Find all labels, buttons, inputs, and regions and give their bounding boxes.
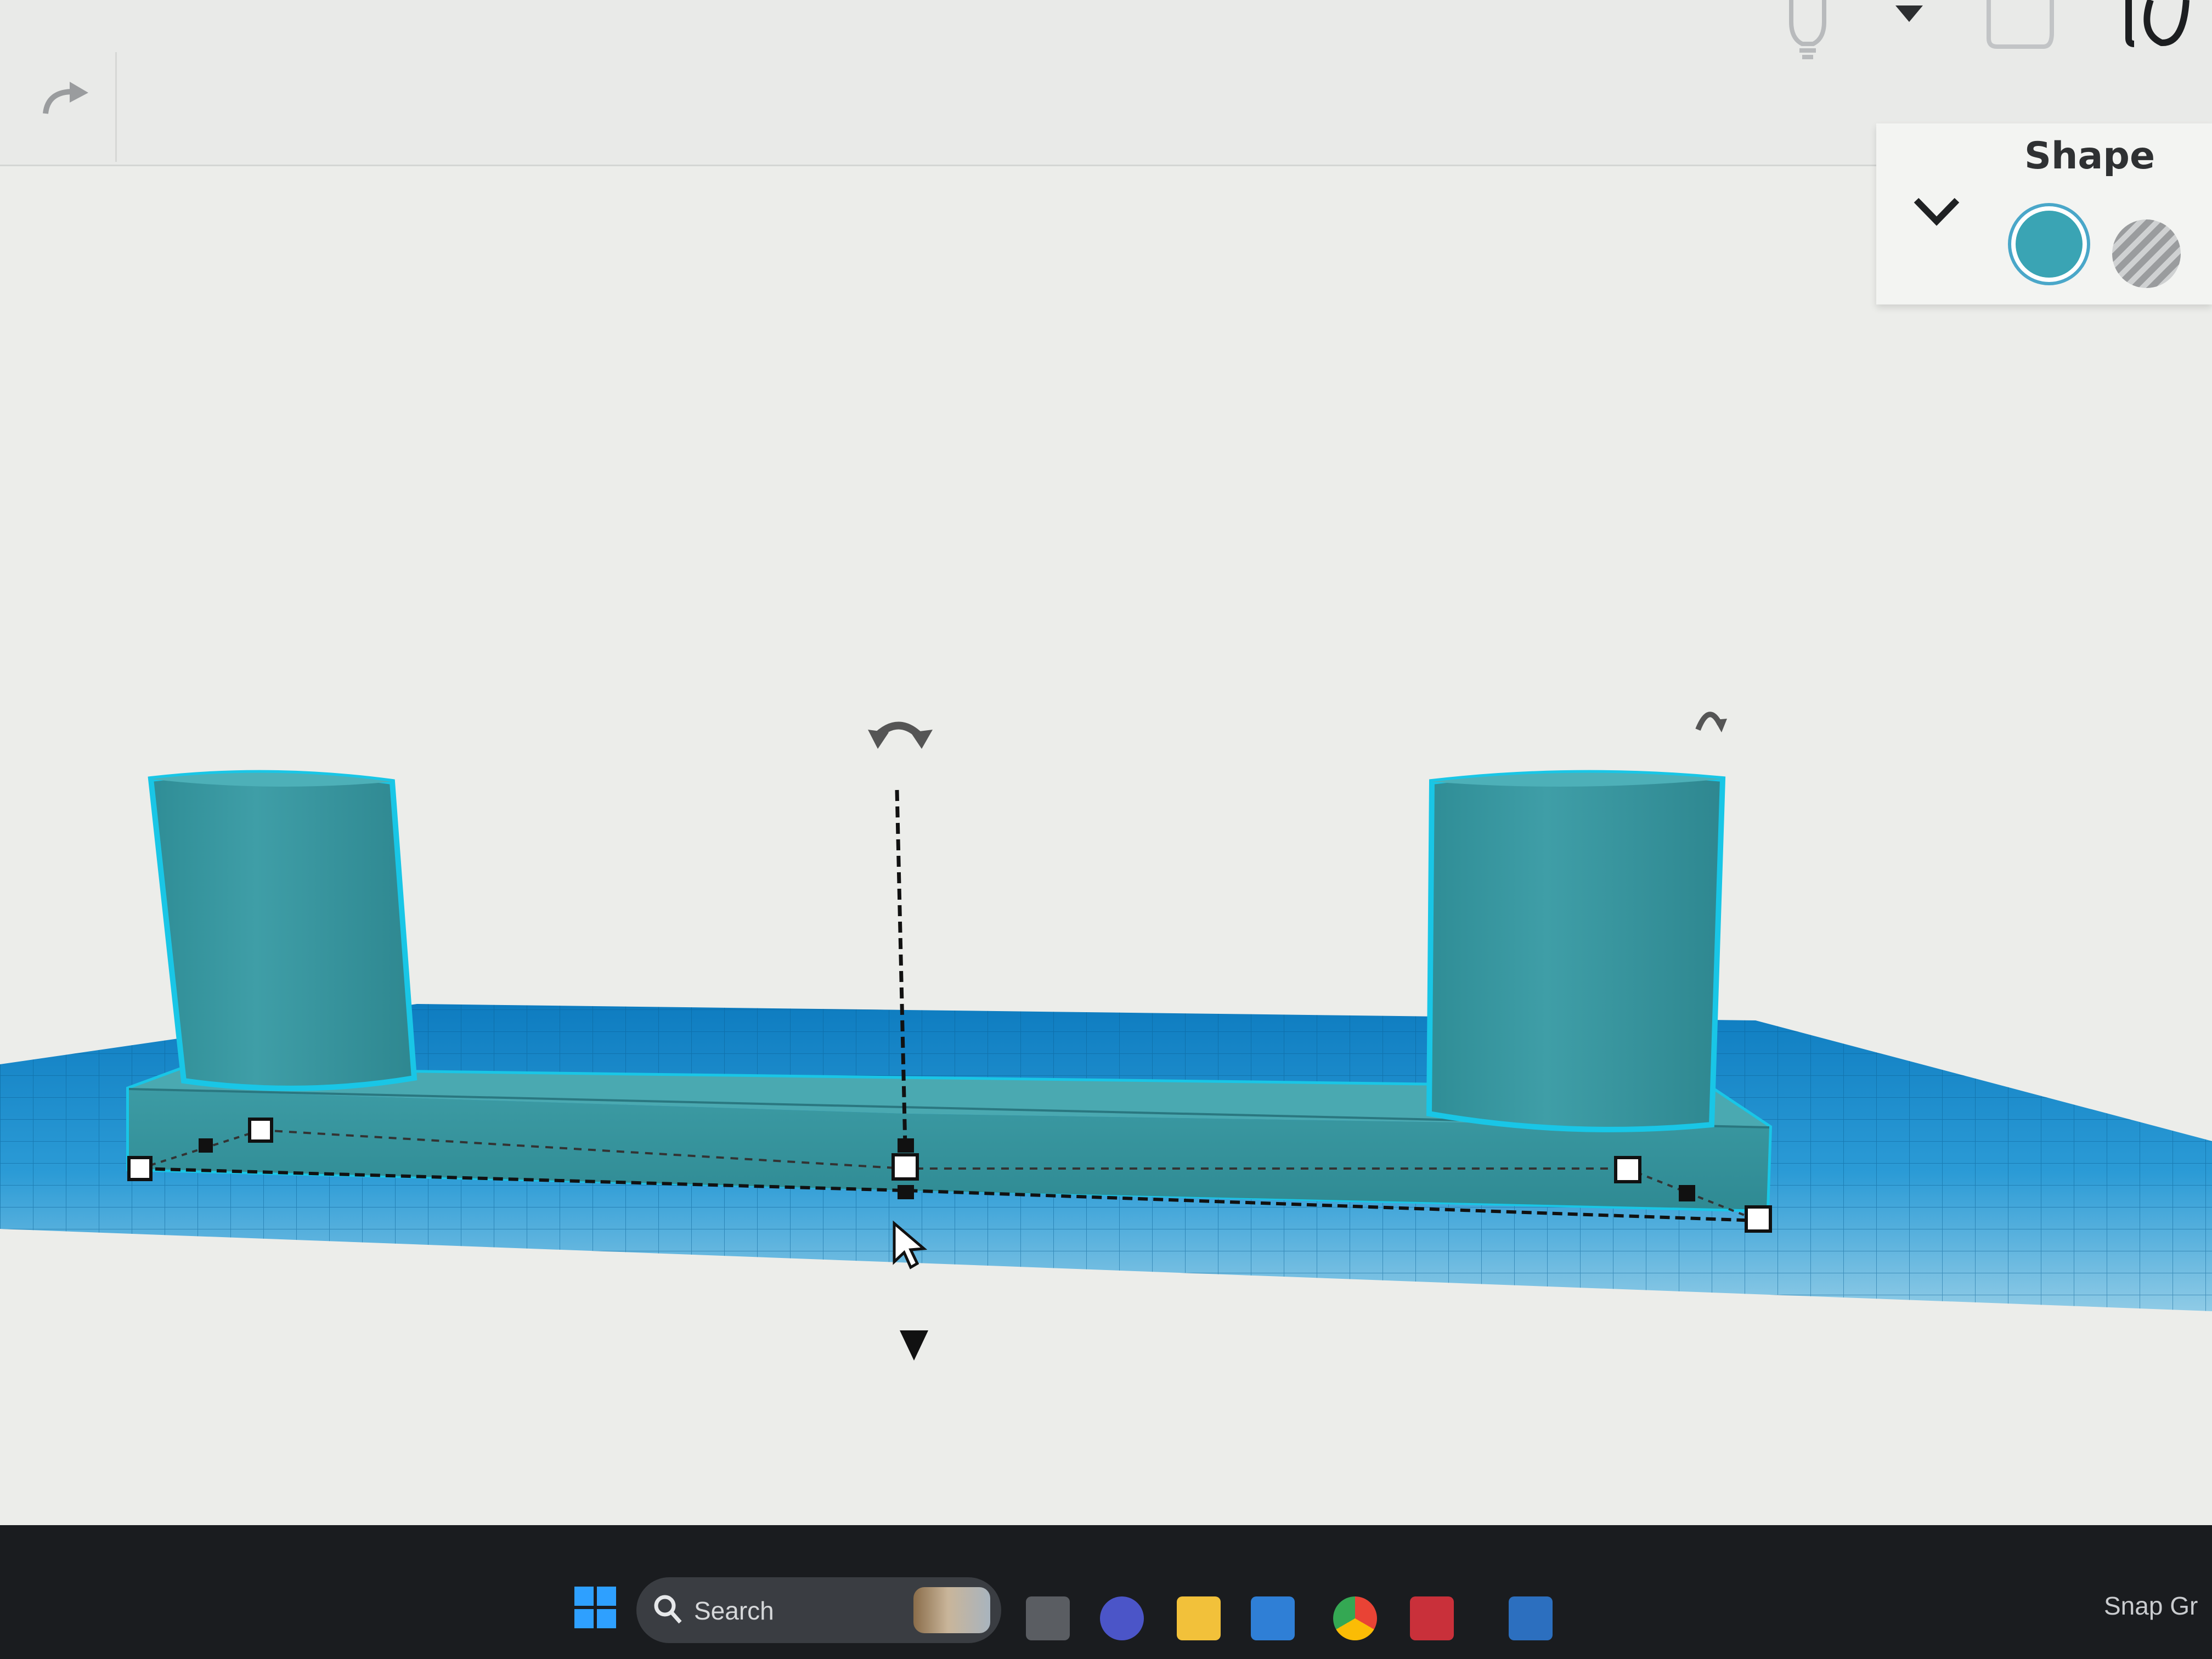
chrome-icon[interactable] bbox=[1333, 1596, 1377, 1640]
chevron-down-icon[interactable] bbox=[1912, 195, 1961, 228]
left-cylinder[interactable] bbox=[148, 770, 417, 1091]
corner-handle[interactable] bbox=[1745, 1205, 1772, 1233]
rotate-view-icon[interactable] bbox=[2118, 0, 2194, 49]
snap-grid-label: Snap Gr bbox=[2104, 1592, 2198, 1620]
search-icon bbox=[654, 1595, 682, 1624]
corner-handle[interactable] bbox=[248, 1118, 273, 1143]
rotate-handle-icon[interactable] bbox=[868, 721, 933, 749]
lightbulb-icon[interactable] bbox=[1780, 0, 1835, 60]
taskbar: Search Snap Gr bbox=[0, 1525, 2212, 1659]
edge-handle[interactable] bbox=[1679, 1185, 1695, 1201]
panel-title: Shape bbox=[2024, 134, 2155, 178]
shape-panel: Shape bbox=[1876, 123, 2212, 304]
corner-handle[interactable] bbox=[1614, 1156, 1641, 1183]
dropdown-arrow-icon[interactable] bbox=[1893, 3, 1926, 25]
monitor-app-icon[interactable] bbox=[1509, 1596, 1553, 1640]
center-handle[interactable] bbox=[891, 1153, 919, 1181]
search-placeholder: Search bbox=[694, 1596, 774, 1625]
right-cylinder[interactable] bbox=[1426, 770, 1726, 1132]
corner-handle[interactable] bbox=[127, 1156, 153, 1181]
view-tools bbox=[1756, 0, 2212, 66]
file-explorer-icon[interactable] bbox=[1177, 1596, 1221, 1640]
search-highlight-image bbox=[913, 1587, 990, 1633]
speech-bubble-icon[interactable] bbox=[1983, 0, 2055, 52]
lower-arrow-icon[interactable] bbox=[900, 1330, 928, 1361]
edge-handle[interactable] bbox=[199, 1138, 213, 1153]
redo-button[interactable] bbox=[0, 52, 117, 162]
redo-icon bbox=[43, 82, 88, 114]
solid-color-swatch[interactable] bbox=[2008, 203, 2090, 285]
taskbar-search-box[interactable]: Search bbox=[636, 1577, 1001, 1643]
hole-swatch[interactable] bbox=[2112, 219, 2181, 288]
app-icon[interactable] bbox=[1410, 1596, 1454, 1640]
solid-color-fill bbox=[2016, 211, 2083, 278]
windows-start-icon[interactable] bbox=[573, 1585, 617, 1629]
video-call-icon[interactable] bbox=[1100, 1596, 1144, 1640]
store-icon[interactable] bbox=[1251, 1596, 1295, 1640]
task-view-icon[interactable] bbox=[1026, 1596, 1070, 1640]
rotate-handle-icon[interactable] bbox=[1695, 712, 1727, 732]
